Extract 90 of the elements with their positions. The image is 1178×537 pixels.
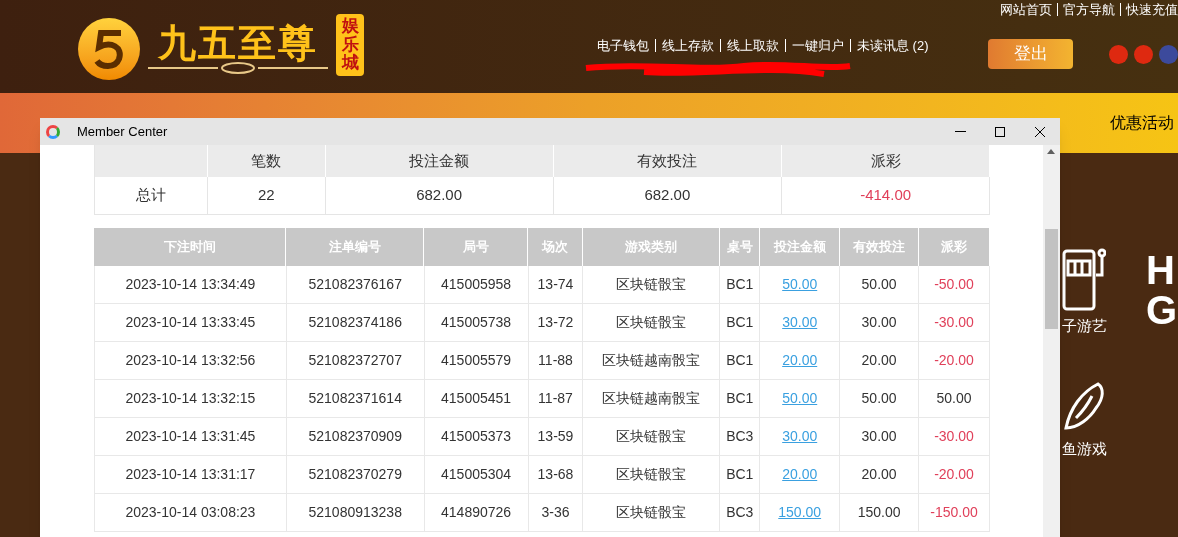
table-cell-text: 区块链越南骰宝 <box>602 351 701 370</box>
table-cell-text: BC3 <box>726 503 754 522</box>
account-link[interactable]: 线上存款 <box>655 39 714 52</box>
summary-header: 派彩 <box>870 150 901 171</box>
table-cell-text: 11-87 <box>538 389 573 408</box>
table-cell-text: 13-72 <box>537 313 574 332</box>
table-cell-text: BC1 <box>726 351 754 370</box>
table-cell-text: 2023-10-14 13:33:45 <box>125 313 256 332</box>
table-cell-text: 13-59 <box>537 427 574 446</box>
table-cell-text: 13-68 <box>537 465 574 484</box>
table-cell-text: 150.00 <box>857 503 901 522</box>
table-cell-text: 50.00 <box>861 389 897 408</box>
table-cell-text: 区块链骰宝 <box>616 313 687 332</box>
banner-text: H <box>1146 250 1176 290</box>
account-link[interactable]: 电子钱包 <box>597 39 649 52</box>
table-cell-text: 20.00 <box>861 351 897 370</box>
table-cell-text: 50.00 <box>861 275 897 294</box>
table-cell-text: 30.00 <box>861 427 897 446</box>
table-cell-text: 415005738 <box>441 313 512 332</box>
table-cell-text: 521082374186 <box>308 313 402 332</box>
summary-header: 投注金额 <box>409 150 470 171</box>
top-link[interactable]: 网站首页 <box>1000 3 1052 16</box>
account-link[interactable]: 线上取款 <box>720 39 779 52</box>
game-category-label[interactable]: 鱼游戏 <box>1062 437 1107 460</box>
table-cell-text: 3-36 <box>541 503 570 522</box>
table-cell-text: 11-88 <box>538 351 573 370</box>
flag-icon[interactable] <box>1109 45 1128 64</box>
summary-header: 笔数 <box>251 150 282 171</box>
table-cell-text: 415005958 <box>441 275 512 294</box>
table-cell-text: 521082370279 <box>308 465 402 484</box>
table-cell-text: 区块链骰宝 <box>616 427 687 446</box>
table-cell-text: 区块链骰宝 <box>616 275 687 294</box>
table-cell-text: BC1 <box>726 389 754 408</box>
table-cell-text: 50.00 <box>936 389 972 408</box>
table-cell-text: 区块链骰宝 <box>616 465 687 484</box>
table-cell-text: -20.00 <box>934 465 974 484</box>
nav-item[interactable]: 优惠活动 <box>1110 111 1174 135</box>
table-cell-text: 521082376167 <box>308 275 402 294</box>
table-cell-text: 2023-10-14 03:08:23 <box>125 503 256 522</box>
table-cell-text: -150.00 <box>930 503 978 522</box>
table-cell-text: 415005373 <box>441 427 512 446</box>
top-link[interactable]: 官方导航 <box>1057 3 1115 16</box>
table-cell-text: 415005451 <box>441 389 512 408</box>
summary-cell-text: 682.00 <box>644 185 691 206</box>
logo-text: 九五至尊 <box>158 23 318 62</box>
table-cell-text: BC1 <box>726 313 754 332</box>
summary-cell-text: 682.00 <box>416 185 463 206</box>
window-title: Member Center <box>77 122 168 141</box>
table-cell-text: 30.00 <box>861 313 897 332</box>
flag-icon[interactable] <box>1159 45 1178 64</box>
table-cell-text: 414890726 <box>441 503 512 522</box>
table-cell-text: BC1 <box>726 275 754 294</box>
summary-cell-text: 总计 <box>135 185 166 206</box>
scrollbar-thumb[interactable] <box>1045 229 1058 329</box>
table-cell-text: 区块链越南骰宝 <box>602 389 701 408</box>
account-link[interactable]: 一键归户 <box>785 39 844 52</box>
table-cell-text: -20.00 <box>934 351 974 370</box>
game-category-label[interactable]: 子游艺 <box>1062 315 1107 338</box>
close-icon <box>1034 125 1046 138</box>
table-cell-text: 415005579 <box>441 351 512 370</box>
table-cell-text: 2023-10-14 13:31:17 <box>125 465 256 484</box>
table-cell-text: 521082370909 <box>308 427 402 446</box>
table-cell-text: 521082372707 <box>308 351 402 370</box>
table-cell-text: 521082371614 <box>308 389 402 408</box>
account-link[interactable]: 未读讯息 (2) <box>850 39 929 52</box>
table-cell-text: 20.00 <box>861 465 897 484</box>
table-cell-text: -50.00 <box>934 275 974 294</box>
summary-cell-text: -414.00 <box>860 185 912 206</box>
table-cell-text: BC1 <box>726 465 754 484</box>
summary-cell-text: 22 <box>257 185 275 206</box>
scrollbar[interactable] <box>1043 145 1060 537</box>
table-cell-text: 13-74 <box>537 275 574 294</box>
flag-icon[interactable] <box>1134 45 1153 64</box>
banner-text: G <box>1146 290 1178 330</box>
table-cell-text: -30.00 <box>934 313 974 332</box>
table-cell-text: 2023-10-14 13:32:15 <box>125 389 256 408</box>
table-cell-text: 2023-10-14 13:31:45 <box>125 427 256 446</box>
table-cell-text: 2023-10-14 13:34:49 <box>125 275 256 294</box>
table-cell-text: 521080913238 <box>308 503 402 522</box>
logo-badge: 娱乐城 <box>336 14 364 77</box>
table-cell-text: BC3 <box>726 427 754 446</box>
table-cell-text: -30.00 <box>934 427 974 446</box>
app-icon <box>46 124 60 139</box>
scroll-up-arrow-icon[interactable] <box>1047 149 1055 154</box>
table-cell-text: 区块链骰宝 <box>616 503 687 522</box>
table-cell-text: 415005304 <box>441 465 512 484</box>
summary-header: 有效投注 <box>637 150 698 171</box>
table-cell-text: 2023-10-14 13:32:56 <box>125 351 256 370</box>
ornament-icon <box>148 61 328 74</box>
top-link[interactable]: 快速充值 <box>1120 3 1178 16</box>
